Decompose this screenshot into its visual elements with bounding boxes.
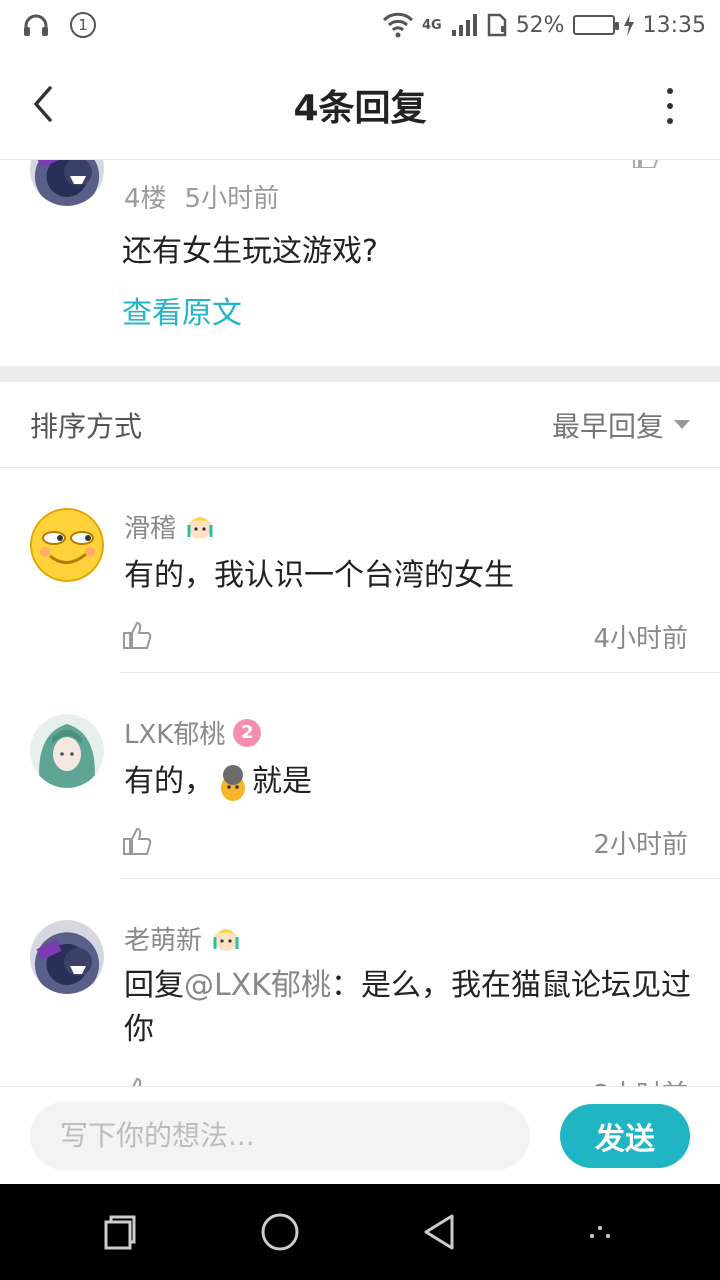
comment-composer: 发送 [0, 1086, 720, 1184]
reply-time: 4小时前 [593, 624, 688, 654]
character-badge-icon [184, 511, 216, 543]
emoji-person-icon [216, 762, 250, 802]
send-button[interactable]: 发送 [560, 1103, 690, 1168]
floor-number: 4楼 [124, 184, 167, 214]
reply-author[interactable]: 老萌新 [124, 920, 242, 957]
wifi-icon [382, 12, 414, 38]
sort-value: 最早回复 [551, 409, 664, 443]
recent-apps-icon[interactable] [96, 1208, 144, 1256]
more-dot-icon [667, 88, 673, 94]
sort-label: 排序方式 [30, 409, 143, 443]
sort-bar: 排序方式 最早回复 [0, 382, 720, 468]
avatar[interactable] [30, 920, 104, 994]
reply-item: 老萌新 回复@LXK郁桃：是么，我在猫鼠论坛见过你 2小时前 [0, 880, 720, 1086]
reply-divider [120, 878, 720, 879]
reply-text-before: 有的， [124, 764, 214, 799]
author-name: LXK郁桃 [124, 720, 226, 750]
mention-user: @LXK郁桃 [184, 968, 331, 1003]
system-nav-bar [0, 1184, 720, 1280]
reply-author[interactable]: LXK郁桃 2 [124, 714, 262, 751]
reply-time: 2小时前 [593, 830, 688, 860]
view-original-link[interactable]: 查看原文 [122, 288, 242, 332]
page-title: 4条回复 [293, 87, 427, 129]
like-icon[interactable] [122, 1076, 152, 1086]
more-options-button[interactable] [660, 88, 680, 124]
like-icon[interactable] [632, 160, 660, 169]
author-name: 老萌新 [124, 926, 203, 956]
battery-percent: 52% [515, 12, 565, 38]
reply-time: 2小时前 [593, 1074, 688, 1086]
avatar[interactable] [30, 714, 104, 788]
like-icon[interactable] [122, 826, 152, 856]
level-badge: 2 [233, 718, 262, 747]
comment-input[interactable] [30, 1101, 530, 1170]
reply-text: 有的， 就是 [124, 760, 704, 804]
character-badge-icon [210, 923, 242, 955]
reply-item: 滑稽 有的，我认识一个台湾的女生 4小时前 [0, 468, 720, 674]
home-icon[interactable] [256, 1208, 304, 1256]
post-meta: 4楼 5小时前 [124, 178, 279, 215]
author-name: 滑稽 [124, 514, 177, 544]
reply-text: 回复@LXK郁桃：是么，我在猫鼠论坛见过你 [124, 964, 694, 1052]
battery-icon [572, 15, 619, 35]
avatar[interactable] [30, 508, 104, 582]
network-type: 4G [421, 17, 442, 33]
section-divider [0, 366, 720, 382]
post-text: 还有女生玩这游戏? [122, 234, 378, 269]
caret-down-icon [674, 420, 690, 429]
sim-icon [486, 12, 508, 38]
menu-dots-icon[interactable] [576, 1208, 624, 1256]
notification-count-icon: 1 [70, 12, 96, 38]
charging-icon [623, 13, 635, 37]
reply-author[interactable]: 滑稽 [124, 508, 216, 545]
post-time: 5小时前 [184, 184, 280, 214]
reply-divider [120, 672, 720, 673]
more-dot-icon [667, 103, 673, 109]
back-nav-icon[interactable] [416, 1208, 464, 1256]
reply-item: LXK郁桃 2 有的， 就是 2小时前 [0, 674, 720, 880]
mention-prefix: 回复 [124, 968, 184, 1003]
back-button[interactable] [26, 84, 62, 124]
more-dot-icon [667, 118, 673, 124]
reply-text: 有的，我认识一个台湾的女生 [124, 558, 514, 593]
like-icon[interactable] [122, 620, 152, 650]
status-bar: 1 4G 52% 13:35 [0, 0, 720, 50]
reply-text-after: 就是 [252, 764, 312, 799]
avatar[interactable] [30, 160, 104, 206]
signal-icon [450, 12, 478, 38]
headphones-icon [22, 12, 50, 38]
original-post: 4楼 5小时前 还有女生玩这游戏? 查看原文 [0, 160, 720, 366]
header: 4条回复 [0, 50, 720, 160]
mention-link[interactable]: 回复@LXK郁桃 [124, 968, 331, 1003]
sort-dropdown[interactable]: 最早回复 [552, 405, 690, 445]
clock: 13:35 [642, 12, 706, 38]
